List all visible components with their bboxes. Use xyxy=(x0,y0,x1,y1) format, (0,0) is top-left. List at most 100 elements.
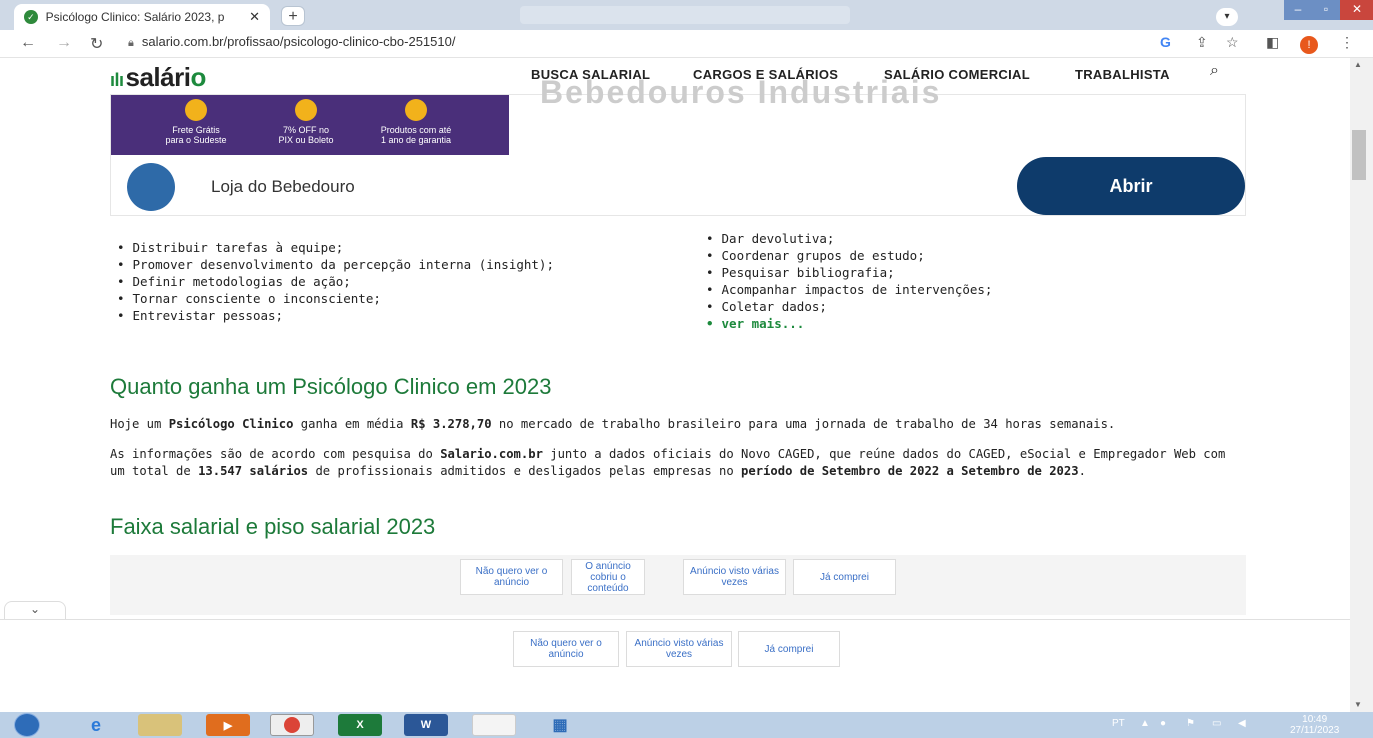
bookmark-star-icon[interactable]: ☆ xyxy=(1226,34,1239,51)
back-arrow-icon[interactable]: ← xyxy=(20,34,36,52)
side-panel-icon[interactable]: ◧ xyxy=(1266,34,1279,51)
tasks-list-right: Dar devolutiva; Coordenar grupos de estu… xyxy=(706,230,993,332)
system-clock[interactable]: 10:49 27/11/2023 xyxy=(1290,714,1339,736)
feedback-seen-many-times-button[interactable]: Anúncio visto várias vezes xyxy=(626,631,732,667)
share-icon[interactable]: ⇪ xyxy=(1196,34,1208,51)
tab-title: Psicólogo Clinico: Salário 2023, p xyxy=(45,10,225,24)
bars-logo-icon: ılı xyxy=(110,70,124,90)
thumbs-up-icon xyxy=(405,99,427,121)
promo-line: 7% OFF no xyxy=(282,125,329,135)
feedback-already-bought-button[interactable]: Já comprei xyxy=(738,631,840,667)
truck-icon xyxy=(185,99,207,121)
media-player-icon[interactable]: ▶ xyxy=(206,714,250,736)
nav-trabalhista[interactable]: TRABALHISTA xyxy=(1075,67,1170,82)
blurred-window-title xyxy=(520,6,850,24)
ad-banner[interactable]: Frete Grátis para o Sudeste 7% OFF no PI… xyxy=(110,94,1246,216)
list-item: Distribuir tarefas à equipe; xyxy=(117,239,554,256)
tab-close-icon[interactable]: ✕ xyxy=(249,9,260,25)
excel-icon[interactable]: X xyxy=(338,714,382,736)
word-icon[interactable]: W xyxy=(404,714,448,736)
calculator-icon[interactable]: ▦ xyxy=(538,714,582,736)
forward-arrow-icon[interactable]: → xyxy=(56,34,72,52)
url-text: salario.com.br/profissao/psicologo-clini… xyxy=(141,34,456,49)
google-translate-icon[interactable]: G xyxy=(1160,34,1171,50)
bottom-anchor-ad: Não quero ver o anúncio Anúncio visto vá… xyxy=(0,619,1350,712)
clock-date: 27/11/2023 xyxy=(1290,725,1340,736)
close-window-button[interactable]: ✕ xyxy=(1340,0,1373,20)
reload-icon[interactable]: ↻ xyxy=(90,34,103,54)
promo-line: para o Sudeste xyxy=(165,135,227,145)
list-item: Promover desenvolvimento da percepção in… xyxy=(117,256,554,273)
site-favicon-icon: ✓ xyxy=(24,10,38,24)
display-tray-icon[interactable]: ▭ xyxy=(1212,718,1221,729)
collapse-ad-chevron-icon[interactable]: ⌄ xyxy=(4,601,66,621)
minimize-button[interactable]: – xyxy=(1284,0,1312,20)
nav-busca-salarial[interactable]: BUSCA SALARIAL xyxy=(531,67,650,82)
browser-titlebar: ✓ Psicólogo Clinico: Salário 2023, p ✕ +… xyxy=(0,0,1373,30)
language-indicator[interactable]: PT xyxy=(1112,718,1125,729)
promo-warranty: Produtos com até 1 ano de garantia xyxy=(366,99,466,145)
file-explorer-icon[interactable] xyxy=(138,714,182,736)
section-title-salary: Quanto ganha um Psicólogo Clinico em 202… xyxy=(110,374,552,399)
windows-taskbar: e ▶ X W ▦ PT ▲ ● ⚑ ▭ ◀ 10:49 27/11/2023 xyxy=(0,712,1373,738)
scroll-up-arrow-icon[interactable]: ▲ xyxy=(1354,60,1362,69)
lock-icon: 🔒︎ xyxy=(128,37,134,49)
tasks-list-left: Distribuir tarefas à equipe; Promover de… xyxy=(117,239,554,324)
feedback-covered-content-button[interactable]: O anúncio cobriu o conteúdo xyxy=(571,559,645,595)
flag-tray-icon[interactable]: ⚑ xyxy=(1186,718,1195,729)
volume-tray-icon[interactable]: ◀ xyxy=(1238,718,1246,729)
salary-paragraph: Hoje um Psicólogo Clinico ganha em média… xyxy=(110,417,1116,431)
ad-open-button[interactable]: Abrir xyxy=(1017,157,1245,215)
window-controls: – ▫ ✕ xyxy=(1284,0,1373,20)
maximize-button[interactable]: ▫ xyxy=(1312,0,1340,20)
clock-time: 10:49 xyxy=(1302,714,1328,725)
list-item: Coletar dados; xyxy=(706,298,992,315)
internet-explorer-icon[interactable]: e xyxy=(74,714,118,736)
feedback-dont-want-button[interactable]: Não quero ver o anúncio xyxy=(460,559,563,595)
promo-line: 1 ano de garantia xyxy=(380,135,452,145)
source-paragraph: As informações são de acordo com pesquis… xyxy=(110,447,1226,478)
list-item: Dar devolutiva; xyxy=(706,230,992,247)
logo-text: salári xyxy=(125,62,191,92)
feedback-dont-want-button[interactable]: Não quero ver o anúncio xyxy=(513,631,619,667)
list-item: Acompanhar impactos de intervenções; xyxy=(706,281,993,298)
nav-cargos-e-salarios[interactable]: CARGOS E SALÁRIOS xyxy=(693,67,838,82)
chrome-icon[interactable] xyxy=(270,714,314,736)
list-item: Coordenar grupos de estudo; xyxy=(706,247,992,264)
address-bar[interactable]: 🔒︎ salario.com.br/profissao/psicologo-cli… xyxy=(128,34,455,50)
ad-store-name: Loja do Bebedouro xyxy=(211,177,355,196)
scroll-down-arrow-icon[interactable]: ▼ xyxy=(1354,700,1362,709)
tray-expand-icon[interactable]: ▲ xyxy=(1140,718,1150,729)
section-title-salary-range: Faixa salarial e piso salarial 2023 xyxy=(110,514,436,539)
search-icon[interactable]: ⌕ xyxy=(1210,62,1219,80)
ad-promo-strip: Frete Grátis para o Sudeste 7% OFF no PI… xyxy=(111,95,509,155)
site-header: Bebedouros Industriais ılısalário BUSCA … xyxy=(0,58,1350,110)
list-item: Entrevistar pessoas; xyxy=(117,307,554,324)
see-more-link[interactable]: ver mais... xyxy=(706,315,992,332)
list-item: Tornar consciente o inconsciente; xyxy=(117,290,554,307)
nav-salario-comercial[interactable]: SALÁRIO COMERCIAL xyxy=(884,67,1030,82)
logo-text-o: o xyxy=(190,62,206,92)
feedback-seen-many-times-button[interactable]: Anúncio visto várias vezes xyxy=(683,559,786,595)
percent-icon xyxy=(295,99,317,121)
feedback-already-bought-button[interactable]: Já comprei xyxy=(793,559,896,595)
windows-start-button[interactable] xyxy=(14,713,40,737)
page-viewport: Frete Grátis para o Sudeste 7% OFF no PI… xyxy=(0,58,1350,712)
menu-kebab-icon[interactable]: ⋮ xyxy=(1340,34,1354,51)
promo-line: Produtos com até xyxy=(380,125,452,135)
ad-feedback-panel: Não quero ver o anúncio O anúncio cobriu… xyxy=(110,555,1246,615)
document-icon[interactable] xyxy=(472,714,516,736)
site-logo[interactable]: ılısalário xyxy=(110,62,206,93)
network-tray-icon[interactable]: ● xyxy=(1160,718,1166,729)
tab-search-chevron-icon[interactable]: ▾ xyxy=(1216,8,1238,26)
list-item: Pesquisar bibliografia; xyxy=(706,264,992,281)
page-scrollbar[interactable]: ▲ ▼ xyxy=(1350,58,1373,712)
profile-avatar[interactable]: ! xyxy=(1300,36,1318,54)
store-logo-avatar xyxy=(127,163,175,211)
scrollbar-thumb[interactable] xyxy=(1352,130,1366,180)
promo-free-shipping: Frete Grátis para o Sudeste xyxy=(151,99,241,145)
new-tab-button[interactable]: + xyxy=(281,6,305,26)
promo-line: Frete Grátis xyxy=(172,125,220,135)
browser-tab-active[interactable]: ✓ Psicólogo Clinico: Salário 2023, p ✕ xyxy=(14,4,270,30)
list-item: Definir metodologias de ação; xyxy=(117,273,554,290)
